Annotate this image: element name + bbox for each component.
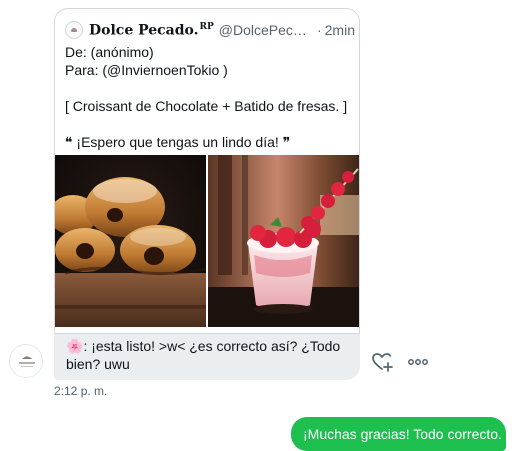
croissant-illustration [55,155,206,327]
cherry-blossom-icon: 🌸 [66,338,84,354]
strawberry-milkshake-photo[interactable] [208,155,359,327]
received-message-timestamp: 2:12 p. m. [54,384,108,398]
received-message-text: 🌸: ¡esta listo! >w< ¿es correcto así? ¿T… [66,337,348,373]
quoted-author-handle: @DolcePecadoC... [218,22,314,38]
dolce-pecado-logo-icon [10,345,42,377]
milkshake-illustration [208,155,359,327]
quoted-tweet-header: Dolce Pecado.RP @DolcePecadoC... · 2min [65,19,355,41]
quoted-author-name-text: Dolce Pecado. [89,22,199,39]
heart-plus-icon [372,353,393,372]
sent-message-text: ¡Muchas gracias! Todo correcto. [303,426,502,442]
more-options-button[interactable] [407,352,429,372]
sent-message-bubble[interactable]: ¡Muchas gracias! Todo correcto. [291,417,506,451]
rp-badge: RP [199,21,214,32]
quoted-line-to: Para: (@InviernoenTokio ) [65,62,228,78]
quoted-line-wish: ❝ ¡Espero que tengas un lindo día! ❞ [65,134,291,150]
quoted-tweet-time: 2min [324,22,355,38]
received-message-bubble[interactable]: Dolce Pecado.RP @DolcePecadoC... · 2min … [54,8,360,380]
quoted-line-blank [65,79,355,97]
quoted-author-name: Dolce Pecado.RP [89,22,214,39]
quoted-author-avatar [65,21,83,39]
add-reaction-button[interactable] [371,351,393,373]
received-message-line-1-text: : ¡esta listo! >w< ¿es correcto así? ¿To… [83,338,341,354]
chocolate-croissant-photo[interactable] [55,155,206,327]
sender-avatar[interactable] [9,344,43,378]
quoted-line-from: De: (anónimo) [65,44,154,60]
received-message-line-2: bien? uwu [66,356,130,372]
quoted-line-order: [ Croissant de Chocolate + Batido de fre… [65,98,348,114]
received-message-line-1: 🌸: ¡esta listo! >w< ¿es correcto así? ¿T… [66,337,348,355]
more-dots-icon [408,359,428,365]
quoted-tweet-card[interactable]: Dolce Pecado.RP @DolcePecadoC... · 2min … [54,8,360,334]
quoted-tweet-text: De: (anónimo) Para: (@InviernoenTokio ) … [65,43,355,151]
quoted-line-blank [65,115,355,133]
header-separator: · [316,22,322,38]
